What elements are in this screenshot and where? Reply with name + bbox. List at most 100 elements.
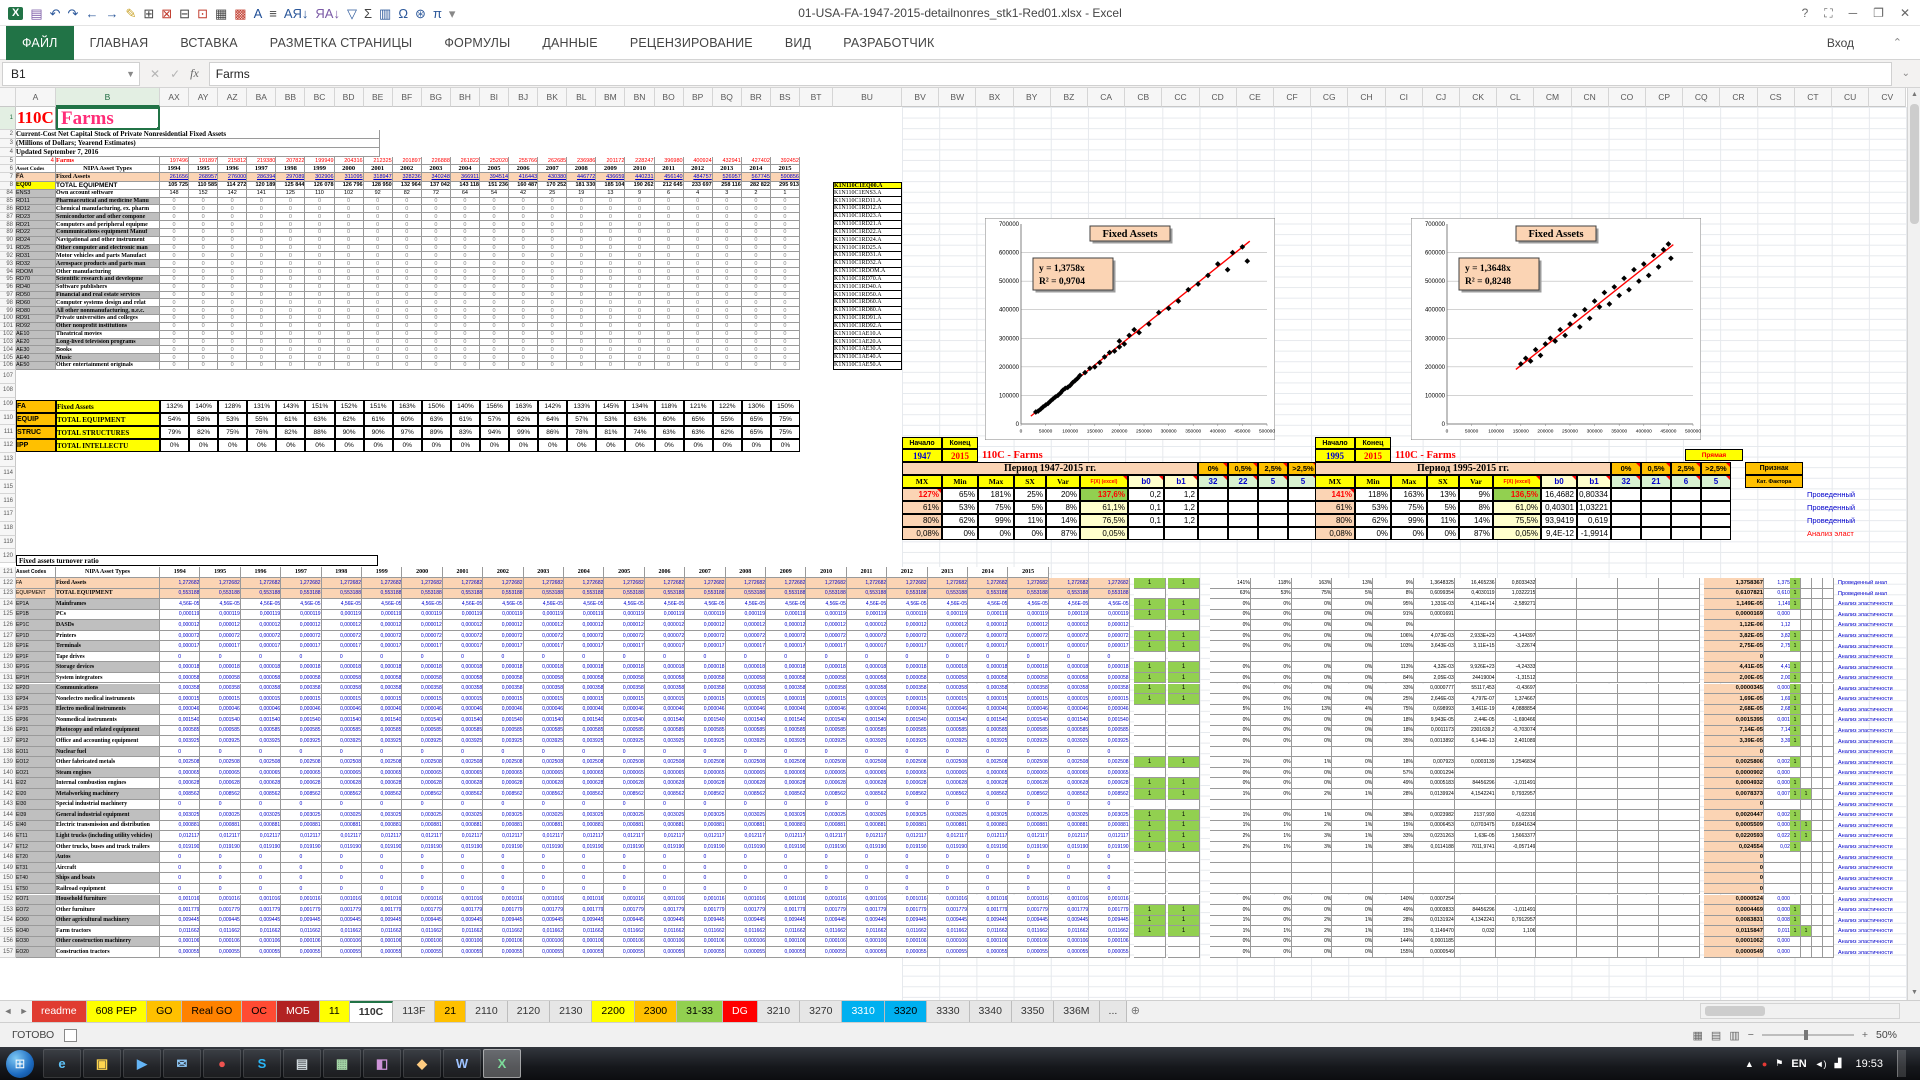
cell[interactable]: 0 — [364, 299, 393, 307]
row-header-95[interactable]: 95 — [0, 276, 16, 284]
cell[interactable]: 0,000628 — [483, 778, 523, 789]
cell[interactable]: 0% — [1332, 905, 1373, 916]
cell[interactable]: 0 — [364, 307, 393, 315]
cell[interactable]: 0,001779 — [322, 905, 362, 916]
cell[interactable] — [1659, 852, 1700, 863]
cell[interactable]: 0 — [451, 221, 480, 229]
cell[interactable]: 0,012117 — [241, 831, 281, 842]
cell[interactable]: 261822 — [451, 157, 480, 165]
cell[interactable]: 0 — [596, 229, 625, 237]
cell[interactable] — [1577, 641, 1618, 652]
cell[interactable]: 0 — [625, 299, 654, 307]
cell[interactable]: 0 — [364, 252, 393, 260]
cell[interactable] — [1134, 863, 1166, 874]
cell[interactable]: 0,000585 — [564, 726, 604, 737]
cell[interactable]: 156% — [480, 400, 509, 413]
column-header-CC[interactable]: CC — [1162, 88, 1199, 107]
cell[interactable]: 0 — [766, 873, 806, 884]
cell[interactable]: 0 — [335, 213, 364, 221]
cell[interactable]: 0 — [483, 800, 523, 811]
cell[interactable]: 0,019190 — [928, 842, 968, 853]
cell[interactable]: 0,000012 — [726, 620, 766, 631]
cell[interactable]: Other nonprofit institutions — [56, 323, 160, 331]
cell[interactable]: 0 — [364, 331, 393, 339]
cell[interactable]: 0 — [771, 307, 800, 315]
cell[interactable] — [1455, 947, 1496, 958]
cell[interactable]: 0,003925 — [1008, 736, 1048, 747]
cell[interactable]: 19 — [567, 190, 596, 198]
cell[interactable]: 0,000018 — [281, 662, 321, 673]
cell[interactable]: 0,000058 — [564, 673, 604, 684]
cell[interactable]: 1,272682 — [564, 578, 604, 589]
cell[interactable]: 0 — [247, 198, 276, 206]
cell[interactable] — [1801, 747, 1812, 758]
cell[interactable]: 0,000065 — [564, 768, 604, 779]
cell[interactable]: 0,001016 — [887, 895, 927, 906]
cell[interactable] — [1292, 873, 1333, 884]
cell[interactable]: 53% — [596, 413, 625, 426]
cell[interactable]: 0,001779 — [726, 905, 766, 916]
cell[interactable]: 0,0025806 — [1704, 757, 1764, 768]
cell[interactable]: 0 — [335, 299, 364, 307]
cell[interactable]: 0,003925 — [847, 736, 887, 747]
cell[interactable]: 0 — [538, 323, 567, 331]
cell[interactable]: 2% — [1292, 916, 1333, 927]
cell[interactable]: 1 — [1790, 810, 1801, 821]
cell[interactable]: 0% — [1332, 684, 1373, 695]
cell[interactable] — [1292, 652, 1333, 663]
cell[interactable] — [1801, 662, 1812, 673]
cell[interactable]: 0,000015 — [685, 694, 725, 705]
cell[interactable]: 0 — [771, 276, 800, 284]
cell[interactable]: 0 — [509, 323, 538, 331]
cell[interactable]: 0 — [247, 252, 276, 260]
cell[interactable]: 0 — [625, 268, 654, 276]
cell[interactable]: 0 — [247, 276, 276, 284]
tab-nav-prev-icon[interactable]: ◄ — [0, 1001, 16, 1022]
column-header-BO[interactable]: BO — [655, 88, 684, 107]
cell[interactable] — [1536, 884, 1577, 895]
cell[interactable]: 0 — [200, 884, 240, 895]
cell[interactable] — [1812, 684, 1823, 695]
formula-expand-icon[interactable]: ⌄ — [1892, 68, 1920, 79]
cell[interactable]: 25% — [1373, 694, 1414, 705]
cell[interactable]: 0,000628 — [241, 778, 281, 789]
cell[interactable]: 282 822 — [742, 182, 771, 190]
cell[interactable]: 0 — [189, 299, 218, 307]
cell[interactable]: 0 — [655, 260, 684, 268]
cell[interactable]: 0 — [713, 198, 742, 206]
cell[interactable]: 0,009445 — [766, 916, 806, 927]
cell[interactable]: 286394 — [247, 173, 276, 181]
enter-icon[interactable]: ✓ — [170, 67, 180, 81]
cell[interactable]: 0 — [625, 221, 654, 229]
cell[interactable]: 0% — [1251, 789, 1292, 800]
cell[interactable]: AE50 — [16, 362, 56, 370]
cell[interactable]: 0,000017 — [1089, 641, 1129, 652]
cell[interactable]: 0 — [305, 354, 334, 362]
cell[interactable] — [1659, 578, 1700, 589]
cell[interactable]: 1 — [1134, 905, 1166, 916]
cell[interactable] — [1823, 821, 1834, 832]
column-header-BV[interactable]: BV — [902, 88, 939, 107]
cell[interactable]: 0,003025 — [483, 810, 523, 821]
cell[interactable]: 0,000055 — [806, 947, 846, 958]
cell[interactable]: 0 — [483, 652, 523, 663]
cell[interactable]: 1 — [1134, 673, 1166, 684]
cell[interactable] — [1823, 757, 1834, 768]
row-header-85[interactable]: 85 — [0, 198, 16, 206]
cell[interactable]: 0,011662 — [160, 926, 200, 937]
cell[interactable] — [1790, 800, 1801, 811]
cell[interactable]: 0 — [305, 299, 334, 307]
cell[interactable]: 0 — [335, 245, 364, 253]
cell[interactable]: 0,002508 — [362, 757, 402, 768]
cell[interactable]: 0,000015 — [322, 694, 362, 705]
cell[interactable]: 1 — [1134, 684, 1166, 695]
cell[interactable]: 0,0703475 — [1455, 821, 1496, 832]
row-header-144[interactable]: 144 — [0, 810, 16, 821]
cell[interactable]: 4,0888854 — [1496, 705, 1537, 716]
cell[interactable]: 0,000017 — [160, 641, 200, 652]
cell[interactable]: 0 — [806, 747, 846, 758]
cell[interactable]: 0% — [1210, 778, 1251, 789]
cell[interactable]: 0 — [596, 198, 625, 206]
cell[interactable] — [1577, 905, 1618, 916]
cell[interactable]: 0,000881 — [564, 821, 604, 832]
